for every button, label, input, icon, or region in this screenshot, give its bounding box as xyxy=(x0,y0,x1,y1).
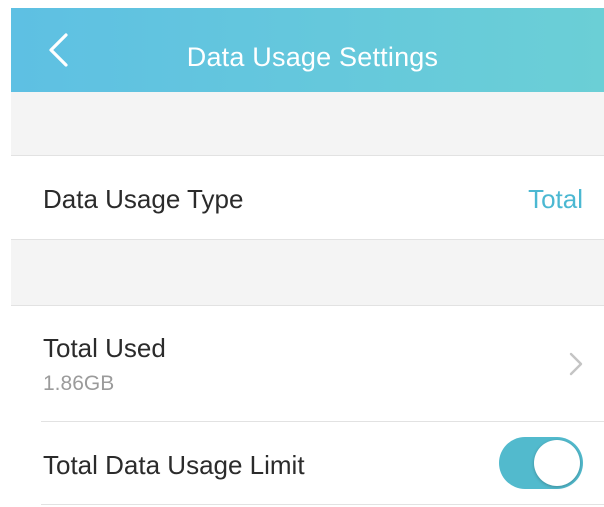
row-divider xyxy=(41,504,604,505)
total-used-row[interactable]: Total Used 1.86GB xyxy=(11,306,604,422)
toggle-knob xyxy=(534,440,580,486)
data-usage-settings-screen: Data Usage Settings Data Usage Type Tota… xyxy=(0,0,604,507)
total-data-usage-limit-toggle[interactable] xyxy=(499,437,583,489)
total-data-usage-limit-label: Total Data Usage Limit xyxy=(43,450,305,480)
page-title: Data Usage Settings xyxy=(186,42,439,72)
total-data-usage-limit-row: Total Data Usage Limit xyxy=(11,422,604,507)
data-usage-type-label: Data Usage Type xyxy=(43,184,244,214)
section-spacer xyxy=(11,92,604,156)
section-spacer xyxy=(11,240,604,306)
total-used-label: Total Used xyxy=(43,333,166,363)
data-usage-type-value[interactable]: Total xyxy=(528,184,583,215)
chevron-right-icon xyxy=(569,352,583,376)
total-used-value: 1.86GB xyxy=(43,372,115,395)
nav-header: Data Usage Settings xyxy=(11,8,604,92)
data-usage-type-row[interactable]: Data Usage Type Total xyxy=(11,156,604,240)
left-edge xyxy=(0,0,11,507)
